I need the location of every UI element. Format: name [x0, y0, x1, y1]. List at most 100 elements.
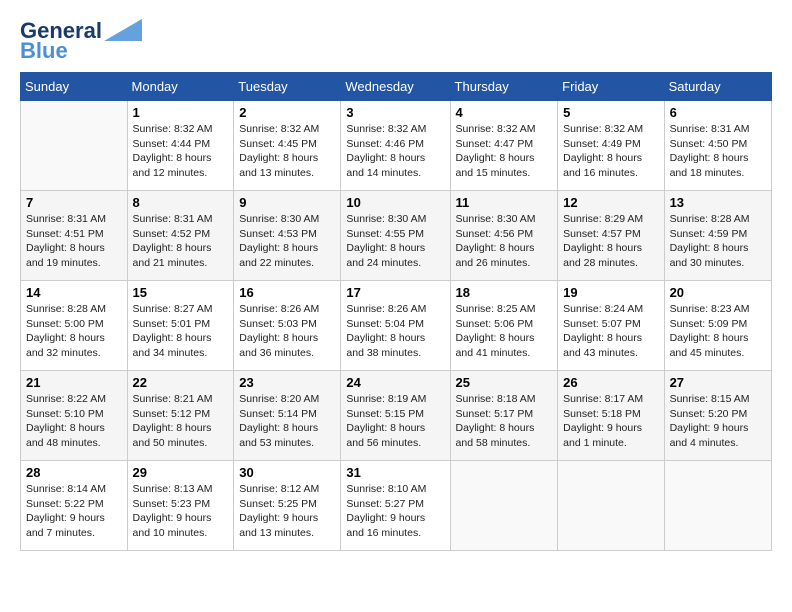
cell-info: Sunrise: 8:31 AM Sunset: 4:52 PM Dayligh… [133, 212, 229, 271]
cell-info: Sunrise: 8:13 AM Sunset: 5:23 PM Dayligh… [133, 482, 229, 541]
calendar-cell: 15 Sunrise: 8:27 AM Sunset: 5:01 PM Dayli… [127, 281, 234, 371]
calendar-week-row: 21 Sunrise: 8:22 AM Sunset: 5:10 PM Dayli… [21, 371, 772, 461]
cell-date: 28 [26, 465, 122, 480]
cell-date: 16 [239, 285, 335, 300]
cell-date: 23 [239, 375, 335, 390]
cell-info: Sunrise: 8:32 AM Sunset: 4:46 PM Dayligh… [346, 122, 444, 181]
calendar-cell [450, 461, 558, 551]
calendar-cell: 9Sunrise: 8:30 AM Sunset: 4:53 PM Daylig… [234, 191, 341, 281]
calendar-cell: 6 Sunrise: 8:31 AM Sunset: 4:50 PM Daylig… [664, 101, 771, 191]
cell-date: 19 [563, 285, 658, 300]
cell-date: 15 [133, 285, 229, 300]
cell-date: 9 [239, 195, 335, 210]
cell-date: 22 [133, 375, 229, 390]
logo-blue-text: Blue [20, 40, 68, 62]
calendar-cell: 11 Sunrise: 8:30 AM Sunset: 4:56 PM Dayli… [450, 191, 558, 281]
calendar-cell [664, 461, 771, 551]
weekday-header-thursday: Thursday [450, 73, 558, 101]
page-header: General Blue [20, 16, 772, 62]
calendar-cell: 28 Sunrise: 8:14 AM Sunset: 5:22 PM Dayli… [21, 461, 128, 551]
calendar-cell: 4 Sunrise: 8:32 AM Sunset: 4:47 PM Daylig… [450, 101, 558, 191]
calendar-cell: 2 Sunrise: 8:32 AM Sunset: 4:45 PM Daylig… [234, 101, 341, 191]
cell-info: Sunrise: 8:27 AM Sunset: 5:01 PM Dayligh… [133, 302, 229, 361]
calendar-week-row: 7Sunrise: 8:31 AM Sunset: 4:51 PM Daylig… [21, 191, 772, 281]
calendar-cell: 31Sunrise: 8:10 AM Sunset: 5:27 PM Dayli… [341, 461, 450, 551]
cell-info: Sunrise: 8:32 AM Sunset: 4:49 PM Dayligh… [563, 122, 658, 181]
calendar-cell [21, 101, 128, 191]
cell-info: Sunrise: 8:25 AM Sunset: 5:06 PM Dayligh… [456, 302, 553, 361]
calendar-cell: 12Sunrise: 8:29 AM Sunset: 4:57 PM Dayli… [558, 191, 664, 281]
cell-date: 30 [239, 465, 335, 480]
cell-info: Sunrise: 8:28 AM Sunset: 5:00 PM Dayligh… [26, 302, 122, 361]
cell-date: 11 [456, 195, 553, 210]
calendar-cell: 29 Sunrise: 8:13 AM Sunset: 5:23 PM Dayli… [127, 461, 234, 551]
calendar-cell: 1Sunrise: 8:32 AM Sunset: 4:44 PM Daylig… [127, 101, 234, 191]
calendar-cell: 20 Sunrise: 8:23 AM Sunset: 5:09 PM Dayli… [664, 281, 771, 371]
cell-info: Sunrise: 8:30 AM Sunset: 4:55 PM Dayligh… [346, 212, 444, 271]
cell-date: 6 [670, 105, 766, 120]
weekday-header-sunday: Sunday [21, 73, 128, 101]
cell-date: 21 [26, 375, 122, 390]
cell-date: 14 [26, 285, 122, 300]
cell-date: 20 [670, 285, 766, 300]
weekday-header-wednesday: Wednesday [341, 73, 450, 101]
calendar-cell: 16 Sunrise: 8:26 AM Sunset: 5:03 PM Dayli… [234, 281, 341, 371]
cell-date: 5 [563, 105, 658, 120]
calendar-week-row: 28 Sunrise: 8:14 AM Sunset: 5:22 PM Dayli… [21, 461, 772, 551]
cell-date: 29 [133, 465, 229, 480]
cell-date: 24 [346, 375, 444, 390]
cell-date: 25 [456, 375, 553, 390]
cell-date: 8 [133, 195, 229, 210]
calendar-table: SundayMondayTuesdayWednesdayThursdayFrid… [20, 72, 772, 551]
cell-date: 17 [346, 285, 444, 300]
calendar-cell: 30 Sunrise: 8:12 AM Sunset: 5:25 PM Dayli… [234, 461, 341, 551]
cell-info: Sunrise: 8:22 AM Sunset: 5:10 PM Dayligh… [26, 392, 122, 451]
calendar-cell: 21 Sunrise: 8:22 AM Sunset: 5:10 PM Dayli… [21, 371, 128, 461]
calendar-cell: 19 Sunrise: 8:24 AM Sunset: 5:07 PM Dayli… [558, 281, 664, 371]
cell-info: Sunrise: 8:26 AM Sunset: 5:04 PM Dayligh… [346, 302, 444, 361]
cell-info: Sunrise: 8:29 AM Sunset: 4:57 PM Dayligh… [563, 212, 658, 271]
calendar-cell: 25 Sunrise: 8:18 AM Sunset: 5:17 PM Dayli… [450, 371, 558, 461]
cell-info: Sunrise: 8:20 AM Sunset: 5:14 PM Dayligh… [239, 392, 335, 451]
weekday-header-monday: Monday [127, 73, 234, 101]
cell-info: Sunrise: 8:26 AM Sunset: 5:03 PM Dayligh… [239, 302, 335, 361]
cell-info: Sunrise: 8:28 AM Sunset: 4:59 PM Dayligh… [670, 212, 766, 271]
cell-info: Sunrise: 8:18 AM Sunset: 5:17 PM Dayligh… [456, 392, 553, 451]
cell-info: Sunrise: 8:32 AM Sunset: 4:47 PM Dayligh… [456, 122, 553, 181]
cell-date: 4 [456, 105, 553, 120]
weekday-header-friday: Friday [558, 73, 664, 101]
cell-info: Sunrise: 8:30 AM Sunset: 4:56 PM Dayligh… [456, 212, 553, 271]
calendar-cell: 13Sunrise: 8:28 AM Sunset: 4:59 PM Dayli… [664, 191, 771, 281]
cell-date: 26 [563, 375, 658, 390]
calendar-cell: 24Sunrise: 8:19 AM Sunset: 5:15 PM Dayli… [341, 371, 450, 461]
cell-date: 3 [346, 105, 444, 120]
calendar-week-row: 1Sunrise: 8:32 AM Sunset: 4:44 PM Daylig… [21, 101, 772, 191]
calendar-body: 1Sunrise: 8:32 AM Sunset: 4:44 PM Daylig… [21, 101, 772, 551]
cell-info: Sunrise: 8:31 AM Sunset: 4:50 PM Dayligh… [670, 122, 766, 181]
calendar-cell: 8 Sunrise: 8:31 AM Sunset: 4:52 PM Daylig… [127, 191, 234, 281]
calendar-cell [558, 461, 664, 551]
cell-info: Sunrise: 8:32 AM Sunset: 4:45 PM Dayligh… [239, 122, 335, 181]
cell-info: Sunrise: 8:17 AM Sunset: 5:18 PM Dayligh… [563, 392, 658, 451]
weekday-header-tuesday: Tuesday [234, 73, 341, 101]
cell-date: 18 [456, 285, 553, 300]
calendar-cell: 10Sunrise: 8:30 AM Sunset: 4:55 PM Dayli… [341, 191, 450, 281]
cell-info: Sunrise: 8:23 AM Sunset: 5:09 PM Dayligh… [670, 302, 766, 361]
cell-info: Sunrise: 8:24 AM Sunset: 5:07 PM Dayligh… [563, 302, 658, 361]
cell-info: Sunrise: 8:32 AM Sunset: 4:44 PM Dayligh… [133, 122, 229, 181]
calendar-cell: 22Sunrise: 8:21 AM Sunset: 5:12 PM Dayli… [127, 371, 234, 461]
cell-info: Sunrise: 8:12 AM Sunset: 5:25 PM Dayligh… [239, 482, 335, 541]
calendar-header-row: SundayMondayTuesdayWednesdayThursdayFrid… [21, 73, 772, 101]
calendar-cell: 17 Sunrise: 8:26 AM Sunset: 5:04 PM Dayli… [341, 281, 450, 371]
calendar-week-row: 14 Sunrise: 8:28 AM Sunset: 5:00 PM Dayli… [21, 281, 772, 371]
logo-wing-icon [104, 19, 142, 41]
calendar-cell: 27 Sunrise: 8:15 AM Sunset: 5:20 PM Dayli… [664, 371, 771, 461]
calendar-cell: 3 Sunrise: 8:32 AM Sunset: 4:46 PM Daylig… [341, 101, 450, 191]
cell-date: 27 [670, 375, 766, 390]
cell-date: 2 [239, 105, 335, 120]
cell-date: 7 [26, 195, 122, 210]
cell-info: Sunrise: 8:14 AM Sunset: 5:22 PM Dayligh… [26, 482, 122, 541]
calendar-cell: 26 Sunrise: 8:17 AM Sunset: 5:18 PM Dayli… [558, 371, 664, 461]
cell-info: Sunrise: 8:15 AM Sunset: 5:20 PM Dayligh… [670, 392, 766, 451]
logo: General Blue [20, 20, 142, 62]
